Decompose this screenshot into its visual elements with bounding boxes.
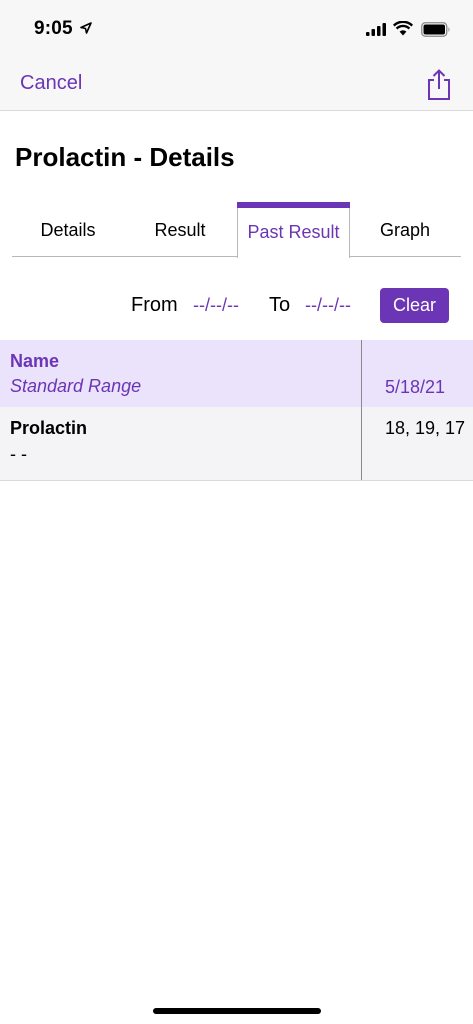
tab-past-result[interactable]: Past Result <box>237 202 350 258</box>
header-name: Name <box>10 351 60 371</box>
selected-tab-indicator <box>237 202 350 208</box>
screen: 9:05 Cancel Prolactin - Details Details … <box>0 0 473 1024</box>
page-title: Prolactin - Details <box>15 142 235 172</box>
date-filter: From --/--/-- To --/--/-- Clear <box>0 288 473 324</box>
nav-bar: Cancel <box>0 60 473 111</box>
header-standard-range: Standard Range <box>10 376 142 396</box>
row-test-name: Prolactin <box>10 418 88 438</box>
to-label: To <box>269 294 291 316</box>
row-standard-range: - - <box>10 444 27 464</box>
table-row[interactable]: Prolactin - - 18, 19, 17 <box>0 407 473 481</box>
tab-result[interactable]: Result <box>124 202 236 256</box>
to-date-field[interactable]: --/--/-- <box>305 295 351 316</box>
battery-icon <box>421 22 450 37</box>
from-label: From <box>131 294 178 316</box>
home-indicator[interactable] <box>153 1008 321 1014</box>
location-arrow-icon <box>80 22 92 34</box>
tab-past-result-label: Past Result <box>247 222 340 242</box>
tab-bar: Details Result Past Result Graph <box>12 202 461 258</box>
clear-button[interactable]: Clear <box>380 288 449 323</box>
from-date-field[interactable]: --/--/-- <box>193 295 239 316</box>
status-bar: 9:05 <box>0 0 473 60</box>
status-time: 9:05 <box>34 18 73 39</box>
row-result-values: 18, 19, 17 <box>385 418 466 438</box>
past-results-table: Name Standard Range 5/18/21 Prolactin - … <box>0 340 473 481</box>
share-icon[interactable] <box>425 68 453 102</box>
table-header-row: Name Standard Range 5/18/21 <box>0 340 473 407</box>
tab-details[interactable]: Details <box>12 202 124 256</box>
cellular-signal-icon <box>366 23 386 36</box>
column-divider <box>361 340 362 480</box>
wifi-icon <box>393 21 413 36</box>
cancel-button[interactable]: Cancel <box>20 72 82 95</box>
header-date: 5/18/21 <box>385 377 446 397</box>
tab-graph[interactable]: Graph <box>349 202 461 256</box>
